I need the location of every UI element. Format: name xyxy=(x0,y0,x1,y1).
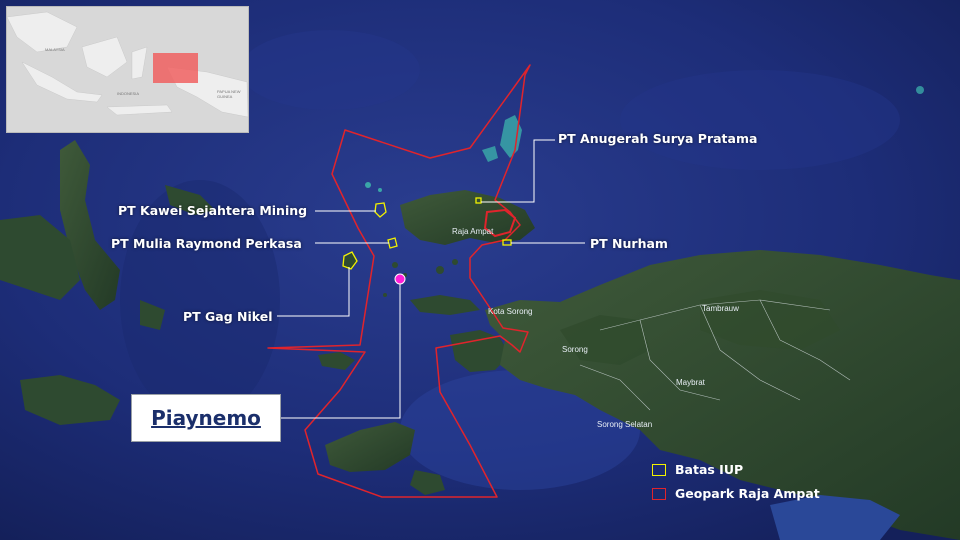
label-anugerah: PT Anugerah Surya Pratama xyxy=(558,131,758,146)
legend-swatch-geopark xyxy=(652,487,666,500)
legend-swatch-iup xyxy=(652,463,666,476)
legend-item-iup: Batas IUP xyxy=(652,462,743,477)
label-mulia: PT Mulia Raymond Perkasa xyxy=(111,236,302,251)
place-maybrat: Maybrat xyxy=(676,378,705,387)
label-gag: PT Gag Nikel xyxy=(183,309,273,324)
legend-label-geopark: Geopark Raja Ampat xyxy=(675,486,820,501)
piaynemo-callout[interactable]: Piaynemo xyxy=(131,394,281,442)
inset-label-malaysia: MALAYSIA xyxy=(45,47,65,52)
legend-item-geopark: Geopark Raja Ampat xyxy=(652,486,820,501)
legend-label-iup: Batas IUP xyxy=(675,462,744,477)
inset-label-png: PAPUA NEW GUINEA xyxy=(217,89,241,99)
inset-basemap xyxy=(7,7,248,132)
piaynemo-marker xyxy=(394,273,406,285)
label-kawei: PT Kawei Sejahtera Mining xyxy=(118,203,308,218)
map-view[interactable]: MALAYSIA INDONESIA PAPUA NEW GUINEA PT A… xyxy=(0,0,960,540)
piaynemo-label: Piaynemo xyxy=(151,406,261,430)
place-kota-sorong: Kota Sorong xyxy=(488,307,533,316)
place-tambrauw: Tambrauw xyxy=(702,304,739,313)
place-sorong-selatan: Sorong Selatan xyxy=(597,420,653,429)
inset-highlight-region xyxy=(153,53,198,83)
place-raja-ampat: Raja Ampat xyxy=(452,227,494,236)
inset-label-indonesia: INDONESIA xyxy=(117,91,140,96)
place-sorong: Sorong xyxy=(562,345,588,354)
label-nurham: PT Nurham xyxy=(590,236,668,251)
inset-locator-map: MALAYSIA INDONESIA PAPUA NEW GUINEA xyxy=(6,6,249,133)
